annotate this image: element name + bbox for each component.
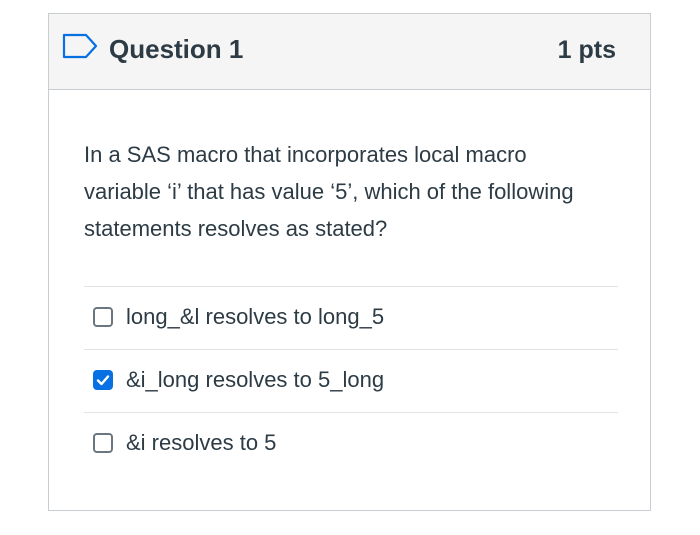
bookmark-flag-icon[interactable] bbox=[62, 33, 100, 59]
checkbox[interactable] bbox=[93, 433, 113, 453]
answer-label: long_&l resolves to long_5 bbox=[126, 304, 385, 329]
answer-option[interactable]: &i_long resolves to 5_long bbox=[84, 349, 618, 412]
answer-label: &i_long resolves to 5_long bbox=[126, 367, 385, 392]
question-text: In a SAS macro that incorporates local m… bbox=[84, 142, 574, 241]
checkmark-icon bbox=[96, 375, 110, 386]
question-title: Question 1 bbox=[109, 34, 244, 64]
checkbox[interactable] bbox=[93, 307, 113, 327]
answer-label: &i resolves to 5 bbox=[126, 430, 277, 455]
question-header: Question 1 1 pts bbox=[49, 14, 650, 90]
answer-option[interactable]: &i resolves to 5 bbox=[84, 412, 618, 475]
answer-option[interactable]: long_&l resolves to long_5 bbox=[84, 286, 618, 349]
question-points: 1 pts bbox=[557, 36, 616, 64]
checkbox-checked[interactable] bbox=[93, 370, 113, 390]
question-card: Question 1 1 pts In a SAS macro that inc… bbox=[48, 13, 651, 511]
answer-list: long_&l resolves to long_5 &i_long resol… bbox=[84, 286, 618, 475]
